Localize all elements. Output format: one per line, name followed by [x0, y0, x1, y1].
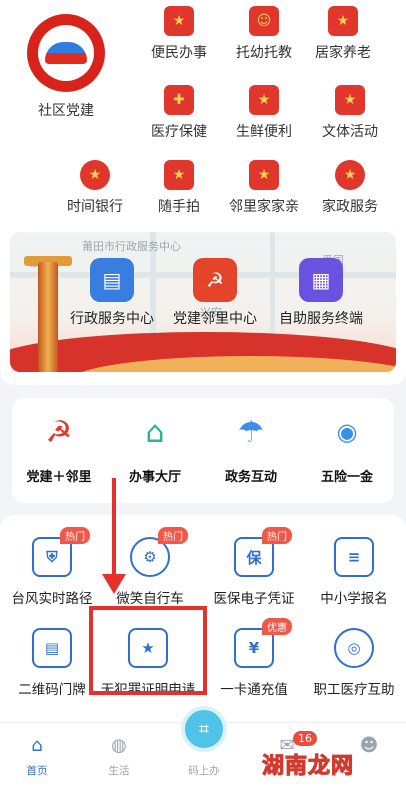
hot-badge: 热门	[60, 527, 90, 544]
self-service-terminal[interactable]: ▦ 自助服务终端	[266, 258, 376, 328]
insurance-fund-button[interactable]: ◉ 五险一金	[300, 412, 394, 485]
service-snapshot[interactable]: ★ 随手拍	[137, 160, 221, 216]
annotation-highlight-box	[89, 606, 207, 695]
service-convenience[interactable]: ★ 便民办事	[137, 6, 221, 62]
tab-scan[interactable]: 码上办	[169, 757, 239, 778]
shield-search-icon: ⛨ 热门	[32, 527, 90, 577]
watermark-text: 湖南龙网	[261, 754, 355, 780]
school-enrollment-button[interactable]: ≡ 中小学报名	[304, 537, 404, 607]
hall-icon: ⌂	[145, 414, 165, 450]
planet-icon: ◍	[111, 735, 127, 756]
party-neighborhood-center[interactable]: ☭ 党建邻里中心	[160, 258, 270, 328]
huabiao-pillar	[38, 262, 58, 372]
community-services-card: 社区党建 ★ 便民办事 ☺ 托幼托教 ★ 居家养老 ✚ 医疗保健 ★ 生鲜便利 …	[0, 0, 406, 385]
cart-icon: ★	[249, 85, 279, 115]
alarm-clock-icon: ★	[80, 160, 110, 190]
worker-medical-mutual-button[interactable]: ◎ 职工医疗互助	[304, 628, 404, 698]
hot-badge: 热门	[158, 527, 188, 544]
service-time-bank[interactable]: ★ 时间银行	[53, 160, 137, 216]
admin-service-center[interactable]: ▤ 行政服务中心	[57, 258, 167, 328]
annotation-arrow-shaft	[112, 478, 116, 578]
qr-doorplate-button[interactable]: ▤ 二维码门牌	[2, 628, 102, 698]
medical-bag-icon: ✚	[164, 85, 194, 115]
tab-life[interactable]: ◍ 生活	[84, 735, 154, 778]
map-label-center: 莆田市行政服务中心	[82, 240, 181, 253]
bicycle-icon: ⚙ 热门	[130, 527, 188, 577]
party-hammer-icon: ☭	[45, 414, 73, 450]
terminal-icon: ▦	[299, 258, 343, 302]
medical-insurance-voucher-button[interactable]: 保 热门 医保电子凭证	[204, 527, 304, 607]
service-childcare[interactable]: ☺ 托幼托教	[222, 6, 306, 62]
phone-camera-icon: ★	[164, 160, 194, 190]
home-star-icon: ★	[249, 160, 279, 190]
gov-interaction-button[interactable]: ☂ 政务互动	[204, 412, 298, 486]
community-party-label[interactable]: 社区党建	[18, 100, 114, 120]
umbrella-icon: ☂	[237, 414, 265, 450]
annotation-arrow-head	[102, 574, 126, 594]
service-center-banner: 莆田市行政服务中心 荔园 爱国 兴安 ▤ 行政服务中心 ☭ 党建邻里中心 ▦ 自…	[10, 232, 396, 372]
home-icon: ⌂	[31, 735, 43, 756]
service-hall-button[interactable]: ⌂ 办事大厅	[108, 412, 202, 486]
gov-services-card: ☭ 党建＋邻里 ⌂ 办事大厅 ☂ 政务互动 ◉ 五险一金	[12, 398, 394, 503]
medical-mutual-icon: ◎	[334, 628, 374, 668]
location-pin-icon: ◉	[336, 418, 358, 446]
service-housekeeping[interactable]: ★ 家政服务	[308, 160, 392, 216]
id-card-icon: ▤	[32, 628, 72, 668]
camera-icon: ★	[335, 85, 365, 115]
service-elderly-care[interactable]: ★ 居家养老	[301, 6, 385, 62]
tab-home[interactable]: ⌂ 首页	[2, 735, 72, 778]
form-icon: ≡	[334, 537, 374, 577]
house-flag-icon: ★	[328, 6, 358, 36]
service-healthcare[interactable]: ✚ 医疗保健	[137, 85, 221, 141]
typhoon-path-button[interactable]: ⛨ 热门 台风实时路径	[2, 527, 102, 607]
party-neighborhood-button[interactable]: ☭ 党建＋邻里	[12, 412, 106, 486]
party-emblem-icon: ☭	[193, 258, 237, 302]
emblem-logo-icon	[38, 25, 94, 81]
discount-badge: 优惠	[262, 618, 292, 635]
card-charge-icon: ¥ 优惠	[234, 618, 292, 668]
worker-icon: ★	[335, 160, 365, 190]
user-icon: ☻	[359, 735, 379, 756]
shop-star-icon: ★	[164, 6, 194, 36]
service-neighborhood[interactable]: ★ 邻里家家亲	[222, 160, 306, 216]
message-count-badge: 16	[293, 731, 317, 746]
scan-button[interactable]: ⌗	[181, 706, 227, 752]
service-fresh-food[interactable]: ★ 生鲜便利	[222, 85, 306, 141]
hot-badge: 热门	[262, 527, 292, 544]
community-party-emblem[interactable]	[27, 14, 105, 92]
service-culture-sports[interactable]: ★ 文体活动	[308, 85, 392, 141]
scan-icon: ⌗	[198, 718, 210, 740]
medical-card-icon: 保 热门	[234, 527, 292, 577]
card-recharge-button[interactable]: ¥ 优惠 一卡通充值	[204, 618, 304, 698]
document-icon: ▤	[90, 258, 134, 302]
children-icon: ☺	[249, 6, 279, 36]
